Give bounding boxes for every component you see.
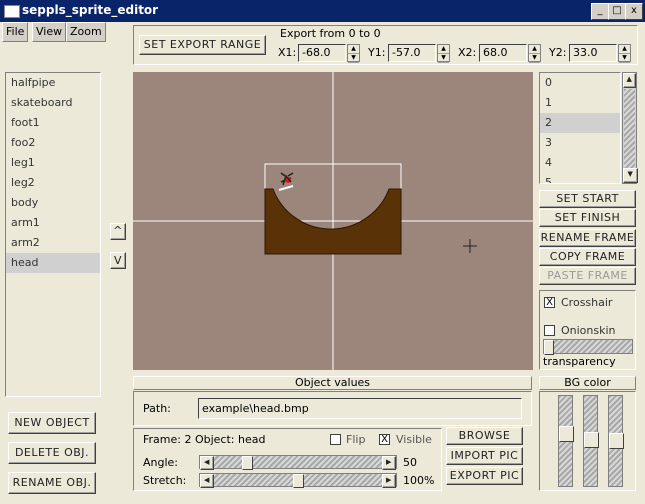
transparency-label: transparency — [543, 355, 616, 368]
onionskin-checkbox[interactable] — [544, 325, 555, 336]
set-export-range-button[interactable]: SET EXPORT RANGE — [139, 35, 266, 55]
object-list-item[interactable]: leg2 — [6, 173, 100, 193]
stretch-label: Stretch: — [143, 474, 187, 487]
export-range-text: Export from 0 to 0 — [280, 27, 381, 40]
object-list-item[interactable]: arm2 — [6, 233, 100, 253]
object-list-item[interactable]: halfpipe — [6, 73, 100, 93]
x1-label: X1: — [278, 46, 297, 59]
object-list-item[interactable]: body — [6, 193, 100, 213]
bg-color-header: BG color — [539, 376, 636, 390]
frame-list-item[interactable]: 0 — [540, 73, 620, 93]
frame-list-item[interactable]: 4 — [540, 153, 620, 173]
menu-zoom[interactable]: Zoom — [66, 22, 106, 42]
delete-object-button[interactable]: DELETE OBJ. — [8, 442, 96, 464]
menu-file[interactable]: File — [2, 22, 29, 42]
y2-field[interactable]: 33.0 — [569, 44, 617, 62]
frame-scrollbar[interactable]: ▲ ▼ — [622, 72, 638, 184]
export-pic-button[interactable]: EXPORT PIC — [446, 467, 523, 485]
app-icon — [4, 5, 20, 18]
x2-field[interactable]: 68.0 — [479, 44, 527, 62]
frame-object-info: Frame: 2 Object: head — [143, 433, 266, 446]
move-up-button[interactable]: ^ — [110, 223, 126, 240]
canvas-drawing — [133, 72, 533, 370]
y1-label: Y1: — [368, 46, 386, 59]
flip-label: Flip — [346, 433, 366, 446]
sprite-canvas[interactable] — [133, 72, 533, 370]
frame-list[interactable]: 012345 — [539, 72, 621, 184]
transparency-slider[interactable] — [543, 339, 633, 355]
bg-green-thumb[interactable] — [584, 432, 599, 448]
object-list-item[interactable]: head — [6, 253, 100, 273]
scroll-up-icon[interactable]: ▲ — [623, 73, 636, 88]
visible-label: Visible — [396, 433, 432, 446]
flip-checkbox[interactable] — [330, 434, 341, 445]
stretch-slider[interactable]: ◀ ▶ — [199, 473, 397, 488]
object-list-item[interactable]: foo2 — [6, 133, 100, 153]
rename-object-button[interactable]: RENAME OBJ. — [8, 472, 96, 494]
x1-spinner[interactable]: ▲ ▼ — [347, 44, 360, 63]
frame-list-item[interactable]: 1 — [540, 93, 620, 113]
close-button[interactable]: x — [625, 3, 643, 20]
cursor-crosshair — [463, 239, 477, 253]
object-list-item[interactable]: foot1 — [6, 113, 100, 133]
bg-green-slider[interactable] — [583, 395, 599, 487]
object-values-header: Object values — [133, 376, 532, 390]
menu-view[interactable]: View — [32, 22, 67, 42]
paste-frame-button[interactable]: PASTE FRAME — [539, 267, 636, 285]
skater-sprite — [278, 172, 294, 191]
window-title: seppls_sprite_editor — [22, 3, 159, 17]
maximize-button[interactable]: □ — [608, 3, 626, 20]
y1-field[interactable]: -57.0 — [388, 44, 436, 62]
scroll-thumb[interactable] — [624, 89, 635, 169]
frame-list-item[interactable]: 3 — [540, 133, 620, 153]
bg-red-slider[interactable] — [558, 395, 574, 487]
minimize-button[interactable]: _ — [591, 3, 609, 20]
import-pic-button[interactable]: IMPORT PIC — [446, 447, 523, 465]
angle-thumb[interactable] — [242, 456, 253, 470]
copy-frame-button[interactable]: COPY FRAME — [539, 248, 636, 266]
stretch-right-icon[interactable]: ▶ — [382, 474, 396, 488]
bg-blue-slider[interactable] — [608, 395, 624, 487]
set-start-button[interactable]: SET START — [539, 190, 636, 208]
crosshair-label: Crosshair — [561, 296, 613, 309]
x2-label: X2: — [458, 46, 477, 59]
object-list[interactable]: halfpipe skateboard foot1 foo2 leg1 leg2 body a… — [5, 72, 101, 397]
scroll-down-icon[interactable]: ▼ — [623, 168, 638, 183]
x1-field[interactable]: -68.0 — [298, 44, 346, 62]
move-down-button[interactable]: V — [110, 252, 126, 269]
set-finish-button[interactable]: SET FINISH — [539, 209, 636, 227]
bg-blue-thumb[interactable] — [609, 433, 624, 449]
x2-spinner[interactable]: ▲ ▼ — [528, 44, 541, 63]
transparency-thumb[interactable] — [544, 340, 554, 355]
bg-red-thumb[interactable] — [559, 426, 574, 442]
title-bar: seppls_sprite_editor _ □ x — [0, 0, 645, 22]
onionskin-label: Onionskin — [561, 324, 616, 337]
stretch-thumb[interactable] — [293, 474, 304, 488]
frame-list-item[interactable]: 5 — [540, 173, 620, 183]
angle-label: Angle: — [143, 456, 179, 469]
path-field[interactable]: example\head.bmp — [198, 398, 522, 419]
y2-label: Y2: — [549, 46, 567, 59]
stretch-left-icon[interactable]: ◀ — [200, 474, 214, 488]
y1-spinner[interactable]: ▲ ▼ — [437, 44, 450, 63]
angle-slider[interactable]: ◀ ▶ — [199, 455, 397, 470]
y2-spinner[interactable]: ▲ ▼ — [618, 44, 631, 63]
rename-frame-button[interactable]: RENAME FRAME — [539, 229, 636, 247]
path-label: Path: — [143, 402, 171, 415]
new-object-button[interactable]: NEW OBJECT — [8, 412, 96, 434]
object-list-item[interactable]: skateboard — [6, 93, 100, 113]
angle-value: 50 — [403, 456, 417, 469]
frame-list-item[interactable]: 2 — [540, 113, 620, 133]
crosshair-checkbox[interactable]: X — [544, 297, 555, 308]
visible-checkbox[interactable]: X — [379, 434, 390, 445]
stretch-value: 100% — [403, 474, 435, 487]
browse-button[interactable]: BROWSE — [446, 427, 523, 445]
object-list-item[interactable]: arm1 — [6, 213, 100, 233]
object-list-item[interactable]: leg1 — [6, 153, 100, 173]
angle-right-icon[interactable]: ▶ — [382, 456, 396, 470]
angle-left-icon[interactable]: ◀ — [200, 456, 214, 470]
